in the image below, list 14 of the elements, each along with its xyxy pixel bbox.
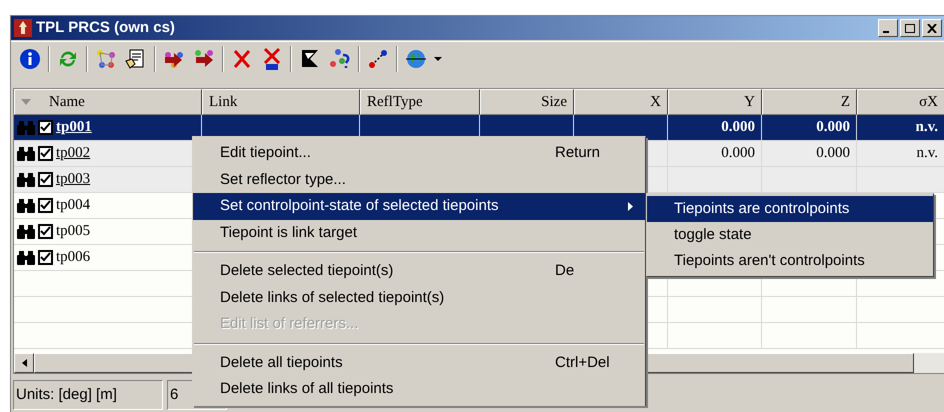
- tiepoint-name: tp003: [56, 170, 90, 190]
- table-cell-text: 0.000: [816, 144, 850, 164]
- table-cell-text: 0.000: [816, 118, 850, 138]
- window-title: TPL PRCS (own cs): [36, 18, 175, 38]
- status-panel: Units: [deg] [m]: [13, 380, 163, 410]
- tiepoint-name: tp004: [56, 196, 90, 216]
- table-cell-text: 0.000: [721, 118, 755, 138]
- tiepoint-name: tp001: [56, 118, 92, 138]
- table-cell-text: n.v.: [915, 118, 938, 138]
- table-cell-text: 0.000: [721, 144, 755, 164]
- tiepoint-name: tp006: [56, 248, 90, 268]
- tiepoint-name: tp005: [56, 222, 90, 242]
- table-cell-text: n.v.: [916, 144, 938, 164]
- tiepoint-name: tp002: [56, 144, 90, 164]
